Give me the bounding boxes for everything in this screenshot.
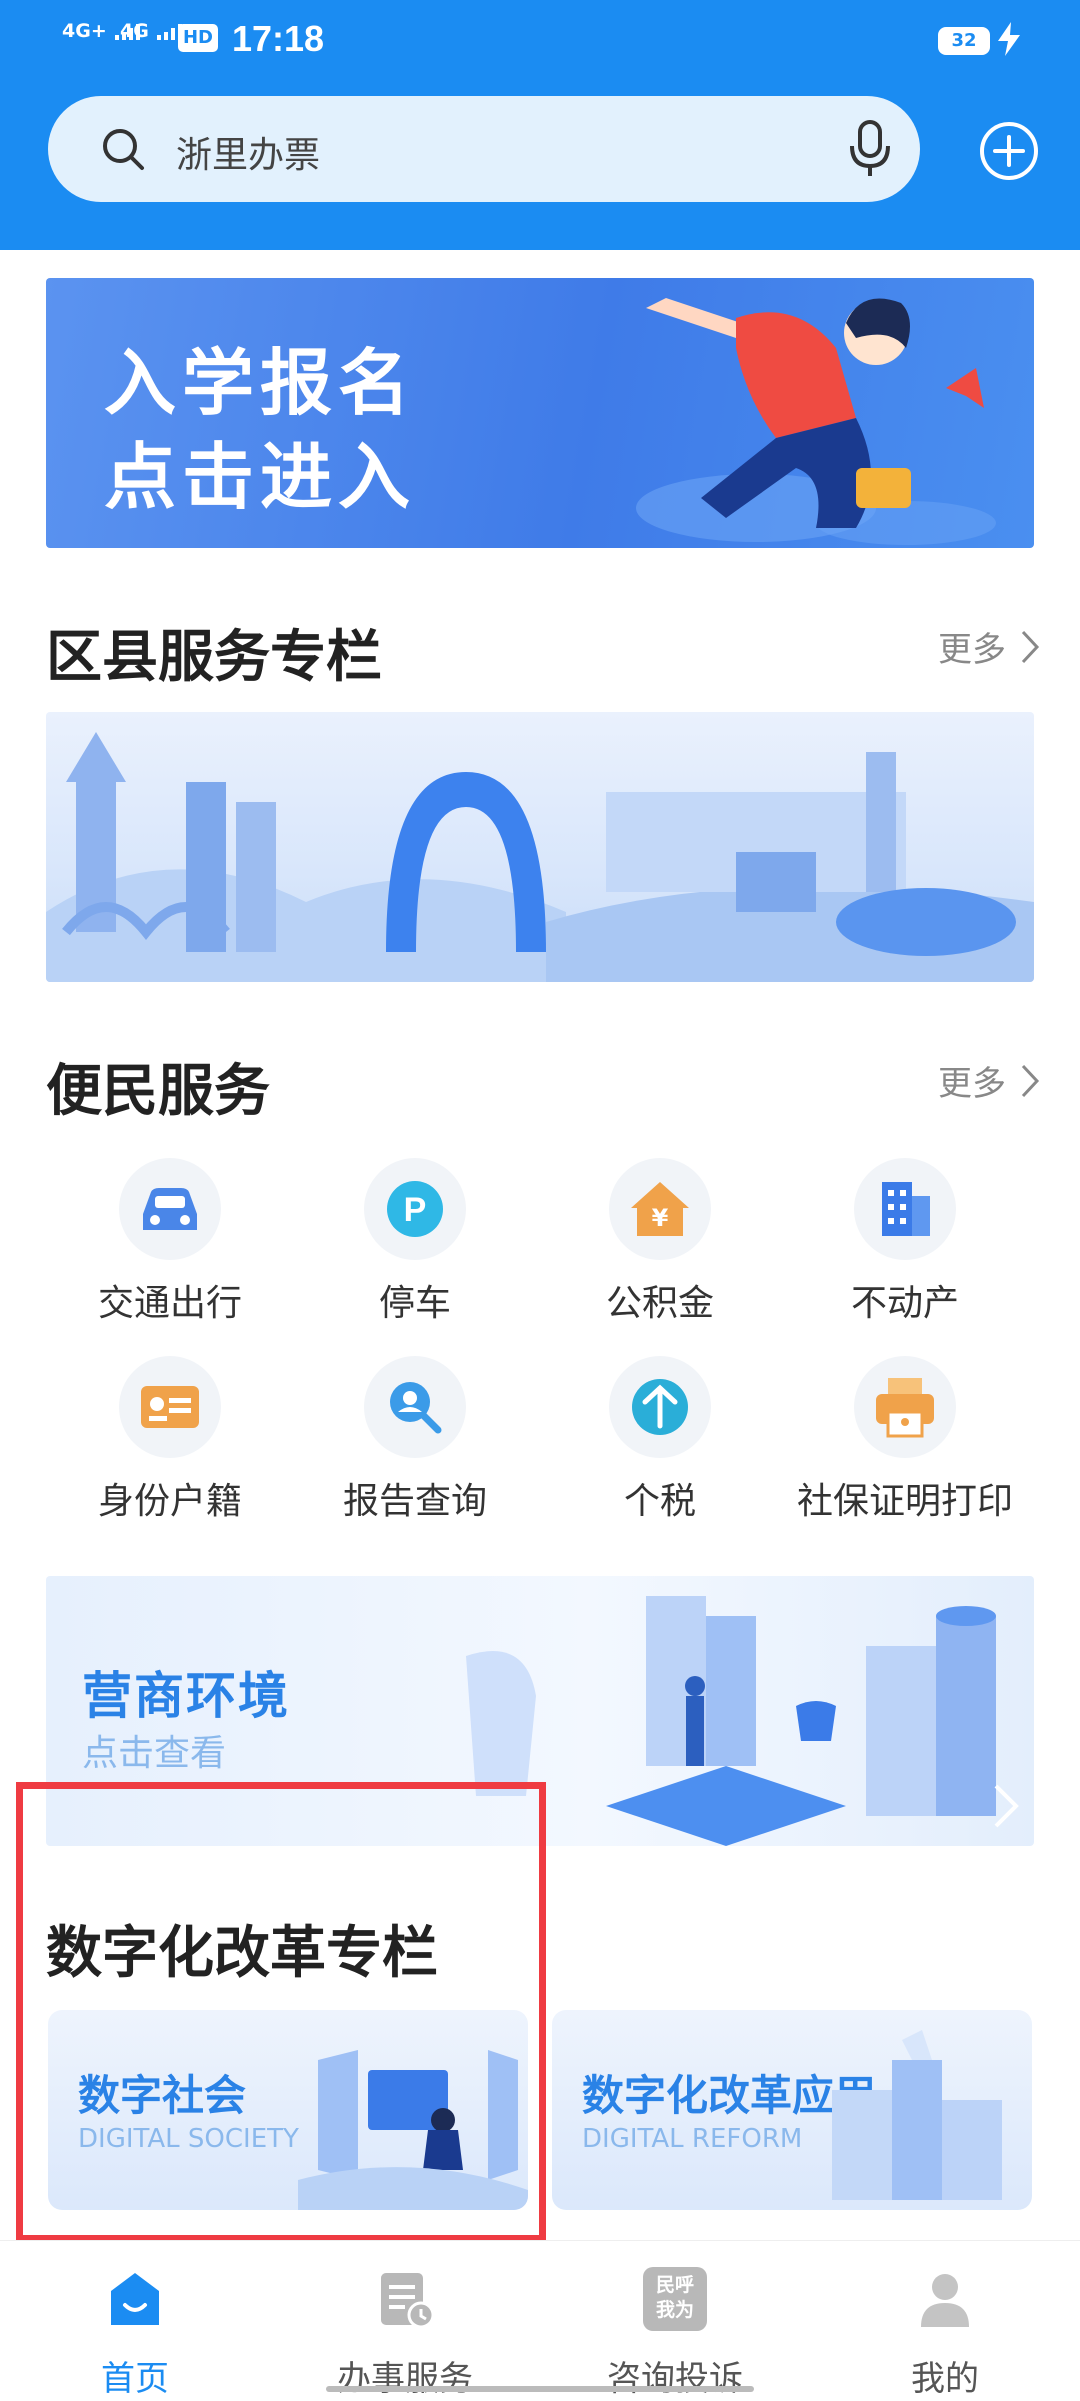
tab-mine-label: 我的 bbox=[911, 2359, 979, 2399]
district-skyline-banner[interactable] bbox=[46, 712, 1034, 982]
search-icon bbox=[103, 129, 144, 170]
microphone-icon[interactable] bbox=[848, 120, 892, 178]
home-icon bbox=[111, 2273, 159, 2325]
status-bar: 4G+ 4G HD 17:18 32 bbox=[0, 0, 1080, 80]
chevron-right-icon bbox=[1021, 630, 1040, 663]
house-fund-icon: ¥ bbox=[609, 1158, 711, 1260]
city-buildings-illustration bbox=[466, 1596, 1019, 1846]
service-real-estate[interactable]: 不动产 bbox=[785, 1158, 1025, 1326]
pointing-student-illustration bbox=[636, 298, 996, 545]
service-parking[interactable]: P 停车 bbox=[295, 1158, 535, 1326]
highlight-box bbox=[16, 1782, 546, 2242]
parking-icon: P bbox=[364, 1158, 466, 1260]
svg-text:P: P bbox=[404, 1191, 427, 1229]
service-report-query[interactable]: 报告查询 bbox=[295, 1356, 535, 1524]
car-icon bbox=[119, 1158, 221, 1260]
service-label: 公积金 bbox=[605, 1283, 714, 1324]
hd-badge: HD bbox=[178, 24, 218, 52]
service-label: 交通出行 bbox=[97, 1283, 242, 1324]
service-label: 报告查询 bbox=[342, 1481, 487, 1522]
tax-icon bbox=[609, 1356, 711, 1458]
digital-reform-app-subtitle: DIGITAL REFORM bbox=[582, 2124, 803, 2154]
consult-icon-text: 民呼我为 bbox=[655, 2274, 694, 2321]
tab-consult-label: 咨询投诉 bbox=[607, 2359, 743, 2399]
service-label: 停车 bbox=[378, 1283, 451, 1324]
add-icon[interactable] bbox=[978, 120, 1040, 182]
business-banner-title: 营商环境 bbox=[82, 1667, 290, 1725]
convenience-more-link[interactable]: 更多 bbox=[938, 1056, 1040, 1105]
service-id-household[interactable]: 身份户籍 bbox=[50, 1356, 290, 1524]
signal-indicator-2: 4G bbox=[120, 20, 183, 42]
service-personal-tax[interactable]: 个税 bbox=[540, 1356, 780, 1524]
tab-consult[interactable]: 民呼我为 咨询投诉 bbox=[540, 2241, 810, 2401]
enrollment-banner-title: 入学报名 bbox=[104, 341, 417, 425]
search-bar[interactable]: 浙里办票 bbox=[48, 96, 920, 202]
tab-mine[interactable]: 我的 bbox=[810, 2241, 1080, 2401]
service-doc-icon bbox=[381, 2273, 435, 2329]
service-label: 个税 bbox=[623, 1481, 696, 1522]
enrollment-banner[interactable]: 入学报名 点击进入 bbox=[46, 278, 1034, 548]
signal-1-label: 4G+ bbox=[62, 20, 107, 42]
service-traffic[interactable]: 交通出行 bbox=[50, 1158, 290, 1326]
people-voice-icon: 民呼我为 bbox=[643, 2267, 707, 2331]
service-label: 不动产 bbox=[850, 1283, 959, 1324]
convenience-section-title: 便民服务 bbox=[46, 1059, 270, 1124]
svg-text:¥: ¥ bbox=[652, 1204, 669, 1232]
enrollment-banner-subtitle: 点击进入 bbox=[104, 435, 417, 519]
bottom-nav: 首页 办事服务 民呼我为 咨询投诉 我的 bbox=[0, 2240, 1080, 2401]
tab-home-label: 首页 bbox=[101, 2359, 169, 2399]
service-social-security-print[interactable]: 社保证明打印 bbox=[785, 1356, 1025, 1524]
search-input[interactable]: 浙里办票 bbox=[176, 126, 320, 178]
battery-indicator: 32 bbox=[938, 27, 990, 55]
chevron-right-icon bbox=[1021, 1064, 1040, 1097]
convenience-more-label: 更多 bbox=[938, 1064, 1006, 1104]
district-more-link[interactable]: 更多 bbox=[938, 622, 1040, 671]
tab-services[interactable]: 办事服务 bbox=[270, 2241, 540, 2401]
service-label: 身份户籍 bbox=[97, 1481, 242, 1522]
report-search-icon bbox=[364, 1356, 466, 1458]
district-more-label: 更多 bbox=[938, 630, 1006, 670]
building-icon bbox=[854, 1158, 956, 1260]
top-header: 4G+ 4G HD 17:18 32 浙里办票 bbox=[0, 0, 1080, 250]
digital-reform-app-card[interactable]: 数字化改革应用 DIGITAL REFORM bbox=[552, 2010, 1032, 2210]
gesture-home-bar[interactable] bbox=[326, 2386, 754, 2392]
status-time: 17:18 bbox=[232, 18, 325, 59]
user-icon bbox=[921, 2274, 969, 2327]
printer-icon bbox=[854, 1356, 956, 1458]
tab-services-label: 办事服务 bbox=[337, 2359, 473, 2399]
service-housing-fund[interactable]: ¥ 公积金 bbox=[540, 1158, 780, 1326]
buildings-illustration bbox=[832, 2030, 1002, 2200]
service-label: 社保证明打印 bbox=[796, 1481, 1013, 1522]
id-card-icon bbox=[119, 1356, 221, 1458]
business-banner-subtitle: 点击查看 bbox=[82, 1733, 227, 1774]
city-skyline-illustration bbox=[46, 732, 1034, 982]
charging-icon bbox=[998, 22, 1020, 56]
district-section-title: 区县服务专栏 bbox=[46, 625, 382, 690]
tab-home[interactable]: 首页 bbox=[0, 2241, 270, 2401]
signal-2-label: 4G bbox=[120, 20, 149, 42]
